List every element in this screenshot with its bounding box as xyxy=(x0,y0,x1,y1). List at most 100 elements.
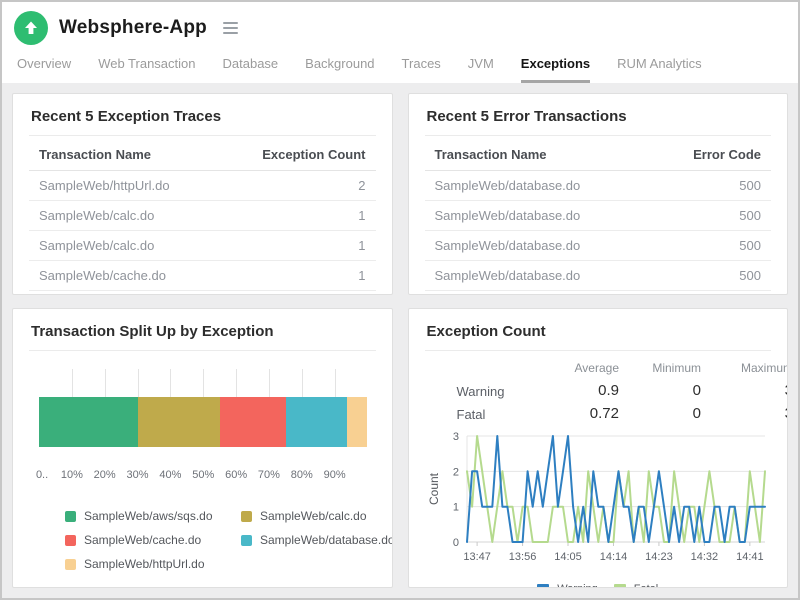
exception-count-legend: Warning Fatal xyxy=(425,583,772,588)
axis-tick-label: 0.. xyxy=(36,469,48,481)
legend-swatch-icon xyxy=(65,511,76,522)
legend-swatch-icon xyxy=(241,511,252,522)
transaction-name-cell: SampleWeb/database.do xyxy=(425,291,651,296)
column-header-error-code: Error Code xyxy=(651,138,771,171)
column-header-transaction-name: Transaction Name xyxy=(425,138,651,171)
table-header-row: Transaction Name Exception Count xyxy=(29,138,376,171)
tab-exceptions[interactable]: Exceptions xyxy=(521,56,590,83)
legend-item[interactable]: SampleWeb/database.do xyxy=(241,533,393,547)
legend-item[interactable]: SampleWeb/cache.do xyxy=(65,533,241,547)
stats-row-label-warning: Warning xyxy=(457,380,536,403)
bar-segment-sqs.do[interactable] xyxy=(39,397,138,447)
stats-column-maximum: Maximum xyxy=(701,355,788,380)
y-axis-label: Count xyxy=(427,472,441,505)
tab-background[interactable]: Background xyxy=(305,56,374,83)
svg-text:13:47: 13:47 xyxy=(463,551,491,563)
legend-item[interactable]: Fatal xyxy=(614,583,658,588)
table-row[interactable]: SampleWeb/calc.do 1 xyxy=(29,231,376,261)
tab-rum-analytics[interactable]: RUM Analytics xyxy=(617,56,702,83)
panel-title: Exception Count xyxy=(425,321,772,351)
panel-transaction-split-up: Transaction Split Up by Exception 0..10%… xyxy=(12,308,393,588)
stats-value: 0.9 xyxy=(535,380,619,403)
exception-traces-table: Transaction Name Exception Count SampleW… xyxy=(29,138,376,295)
tab-jvm[interactable]: JVM xyxy=(468,56,494,83)
axis-tick-label: 90% xyxy=(324,469,346,481)
hamburger-menu-icon[interactable] xyxy=(221,18,240,38)
panel-exception-count: Exception Count AverageMinimumMaximumWar… xyxy=(408,308,789,588)
tab-database[interactable]: Database xyxy=(223,56,279,83)
svg-text:14:23: 14:23 xyxy=(645,551,673,563)
bar-segment-database.do[interactable] xyxy=(286,397,347,447)
svg-text:1: 1 xyxy=(452,502,458,514)
gridline xyxy=(302,369,303,397)
column-header-transaction-name: Transaction Name xyxy=(29,138,228,171)
axis-tick-label: 20% xyxy=(94,469,116,481)
table-row[interactable]: SampleWeb/database.do 500 xyxy=(425,201,772,231)
tab-overview[interactable]: Overview xyxy=(17,56,71,83)
bar-segment-httpUrl.do[interactable] xyxy=(347,397,367,447)
legend-item[interactable]: SampleWeb/calc.do xyxy=(241,509,393,523)
axis-tick-label: 10% xyxy=(61,469,83,481)
panel-recent-exception-traces: Recent 5 Exception Traces Transaction Na… xyxy=(12,93,393,295)
table-row[interactable]: SampleWeb/database.do 500 xyxy=(425,291,772,296)
gridline xyxy=(203,369,204,397)
table-row[interactable]: SampleWeb/httpUrl.do 2 xyxy=(29,171,376,201)
svg-text:14:41: 14:41 xyxy=(736,551,764,563)
transaction-name-cell: SampleWeb/httpUrl.do xyxy=(29,171,228,201)
legend-item[interactable]: SampleWeb/httpUrl.do xyxy=(65,557,241,571)
transaction-name-cell: SampleWeb/database.do xyxy=(29,291,228,296)
legend-label: SampleWeb/database.do xyxy=(260,533,393,547)
table-row[interactable]: SampleWeb/database.do 500 xyxy=(425,261,772,291)
svg-text:3: 3 xyxy=(452,431,458,443)
gridline xyxy=(236,369,237,397)
gridline xyxy=(138,369,139,397)
transaction-name-cell: SampleWeb/database.do xyxy=(425,171,651,201)
line-chart-wrap: 0123Count13:4713:5614:0514:1414:2314:321… xyxy=(425,430,772,581)
value-cell: 1 xyxy=(228,201,376,231)
legend-swatch-icon xyxy=(537,584,549,588)
legend-item[interactable]: Warning xyxy=(537,583,598,588)
axis-tick-label: 70% xyxy=(258,469,280,481)
legend-item[interactable]: SampleWeb/aws/sqs.do xyxy=(65,509,241,523)
bar-segment-calc.do[interactable] xyxy=(138,397,220,447)
table-row[interactable]: SampleWeb/database.do 500 xyxy=(425,171,772,201)
gridline xyxy=(170,369,171,397)
stats-row-label-fatal: Fatal xyxy=(457,403,536,426)
table-row[interactable]: SampleWeb/database.do 500 xyxy=(425,231,772,261)
app-header: Websphere-App xyxy=(14,9,786,47)
percentage-axis: 0..10%20%30%40%50%60%70%80%90% xyxy=(39,469,368,483)
transaction-split-stacked-bar-chart xyxy=(39,369,368,447)
table-row[interactable]: SampleWeb/database.do 1 xyxy=(29,291,376,296)
stats-value: 0 xyxy=(619,403,701,426)
value-cell: 500 xyxy=(651,201,771,231)
tab-traces[interactable]: Traces xyxy=(402,56,441,83)
stats-corner xyxy=(457,355,536,380)
axis-tick-label: 60% xyxy=(225,469,247,481)
split-chart-legend: SampleWeb/aws/sqs.do SampleWeb/calc.do S… xyxy=(65,509,376,571)
svg-text:14:05: 14:05 xyxy=(554,551,582,563)
axis-tick-label: 40% xyxy=(159,469,181,481)
legend-label: SampleWeb/httpUrl.do xyxy=(84,557,205,571)
error-transactions-rows: SampleWeb/database.do 500 SampleWeb/data… xyxy=(425,171,772,296)
transaction-name-cell: SampleWeb/cache.do xyxy=(29,261,228,291)
legend-label: Fatal xyxy=(634,583,658,588)
gridline xyxy=(72,369,73,397)
value-cell: 500 xyxy=(651,231,771,261)
transaction-name-cell: SampleWeb/database.do xyxy=(425,261,651,291)
transaction-name-cell: SampleWeb/calc.do xyxy=(29,201,228,231)
value-cell: 2 xyxy=(228,171,376,201)
table-row[interactable]: SampleWeb/cache.do 1 xyxy=(29,261,376,291)
gridline xyxy=(269,369,270,397)
dashboard-grid: Recent 5 Exception Traces Transaction Na… xyxy=(2,83,798,598)
svg-text:14:32: 14:32 xyxy=(690,551,718,563)
tab-web-transaction[interactable]: Web Transaction xyxy=(98,56,195,83)
bar-segment-cache.do[interactable] xyxy=(220,397,287,447)
svg-text:14:14: 14:14 xyxy=(599,551,627,563)
legend-swatch-icon xyxy=(65,559,76,570)
panel-title: Recent 5 Error Transactions xyxy=(425,106,772,136)
table-row[interactable]: SampleWeb/calc.do 1 xyxy=(29,201,376,231)
legend-swatch-icon xyxy=(65,535,76,546)
x-axis-ticks: 13:4713:5614:0514:1414:2314:3214:41 xyxy=(463,542,763,563)
legend-swatch-icon xyxy=(241,535,252,546)
transaction-name-cell: SampleWeb/calc.do xyxy=(29,231,228,261)
